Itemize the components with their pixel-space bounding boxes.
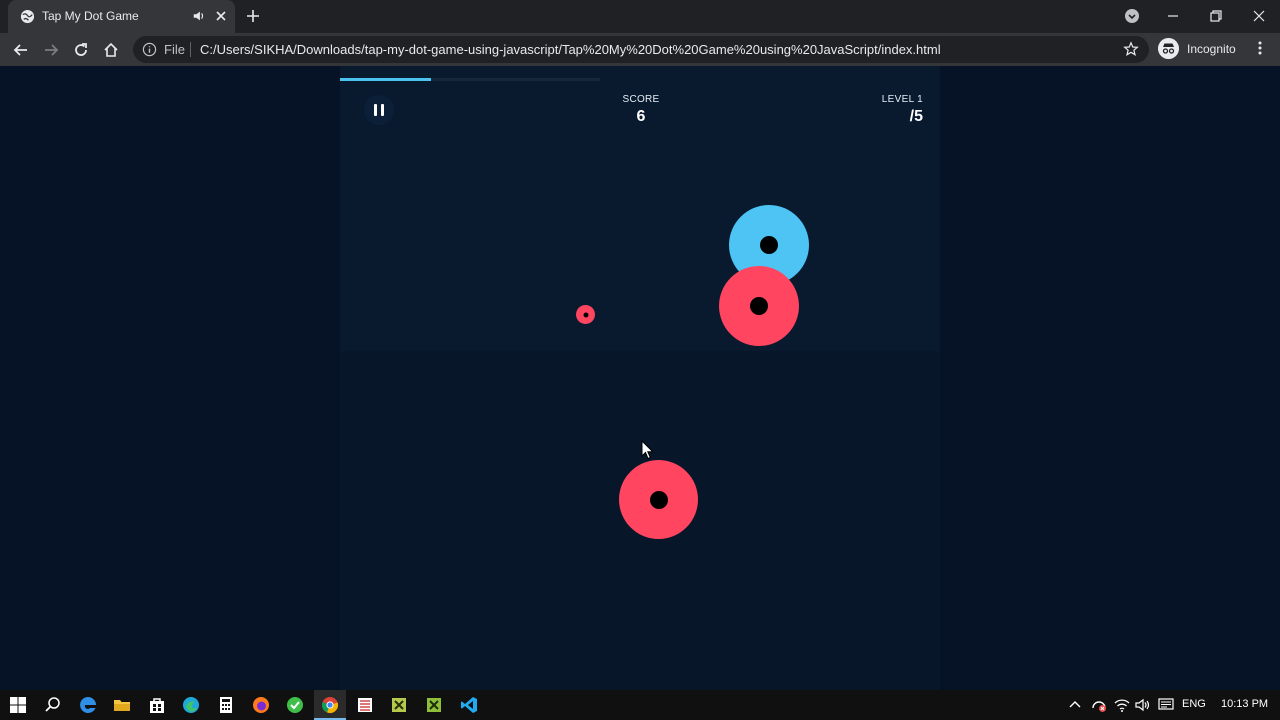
browser-tab-strip: Tap My Dot Game (0, 0, 1280, 33)
forward-arrow-icon[interactable] (42, 41, 60, 59)
close-icon[interactable] (213, 8, 229, 24)
minimize-icon[interactable] (1165, 8, 1181, 24)
speaker-icon[interactable] (192, 9, 206, 23)
red-dot[interactable] (719, 266, 799, 346)
kebab-menu-icon[interactable] (1252, 40, 1268, 56)
dot-core (760, 236, 778, 254)
url-text[interactable]: C:/Users/SIKHA/Downloads/tap-my-dot-game… (200, 42, 941, 57)
chevron-up-icon[interactable] (1068, 696, 1082, 714)
level-display: LEVEL 1 /5 (823, 94, 923, 126)
volume-icon[interactable] (1134, 696, 1152, 714)
chrome-icon[interactable] (321, 696, 339, 714)
dot-core (649, 490, 668, 509)
reload-icon[interactable] (72, 41, 90, 59)
store-icon[interactable] (148, 696, 166, 714)
app-x-icon[interactable] (390, 696, 408, 714)
url-scheme-label: File (164, 42, 185, 57)
level-goal: /5 (909, 108, 923, 125)
address-bar[interactable]: File C:/Users/SIKHA/Downloads/tap-my-dot… (133, 36, 1149, 63)
notification-icon[interactable] (1157, 696, 1175, 714)
windows-start-icon[interactable] (9, 696, 27, 714)
mouse-cursor-icon (641, 440, 655, 460)
pause-icon-bar-right (381, 104, 384, 116)
clock-time[interactable]: 10:13 PM (1221, 698, 1268, 710)
app-x2-icon[interactable] (425, 696, 443, 714)
firefox-icon[interactable] (252, 696, 270, 714)
globe-icon (20, 9, 35, 24)
dot-core (750, 297, 768, 315)
pause-button[interactable] (364, 95, 394, 125)
wifi-icon[interactable] (1113, 696, 1131, 714)
score-value: 6 (636, 108, 646, 125)
score-label: SCORE (622, 94, 660, 105)
restore-icon[interactable] (1208, 8, 1224, 24)
small-red-dot[interactable] (576, 305, 595, 324)
info-icon[interactable] (142, 42, 157, 57)
language-indicator[interactable]: ENG (1182, 698, 1206, 710)
tab-title: Tap My Dot Game (42, 9, 139, 23)
window-close-icon[interactable] (1251, 8, 1267, 24)
edge-legacy-icon[interactable] (79, 696, 97, 714)
level-label: LEVEL 1 (881, 94, 923, 105)
incognito-icon[interactable] (1158, 38, 1179, 59)
dot-core (583, 312, 588, 317)
star-icon[interactable] (1123, 41, 1139, 57)
browser-toolbar: File C:/Users/SIKHA/Downloads/tap-my-dot… (0, 33, 1280, 66)
app-green-icon[interactable] (286, 696, 304, 714)
search-icon[interactable] (44, 696, 62, 714)
back-arrow-icon[interactable] (12, 41, 30, 59)
level-progress-bar (340, 78, 600, 81)
profile-label[interactable]: Incognito (1187, 42, 1236, 56)
game-page: SCORE 6 LEVEL 1 /5 (0, 66, 1280, 690)
browser-tab[interactable]: Tap My Dot Game (8, 0, 235, 33)
plus-icon[interactable] (245, 8, 261, 24)
app-list-icon[interactable] (356, 696, 374, 714)
vscode-icon[interactable] (460, 696, 478, 714)
home-icon[interactable] (102, 41, 120, 59)
level-progress-fill (340, 78, 431, 81)
score-display: SCORE 6 (581, 94, 701, 126)
file-explorer-icon[interactable] (113, 696, 131, 714)
taskbar: ENG 10:13 PM (0, 690, 1280, 720)
network-status-icon[interactable] (1090, 696, 1108, 714)
pause-icon-bar-left (374, 104, 377, 116)
red-dot[interactable] (619, 460, 698, 539)
tab-search-icon[interactable] (1124, 8, 1140, 24)
edge-icon[interactable] (182, 696, 200, 714)
calculator-icon[interactable] (217, 696, 235, 714)
url-separator (190, 42, 191, 57)
